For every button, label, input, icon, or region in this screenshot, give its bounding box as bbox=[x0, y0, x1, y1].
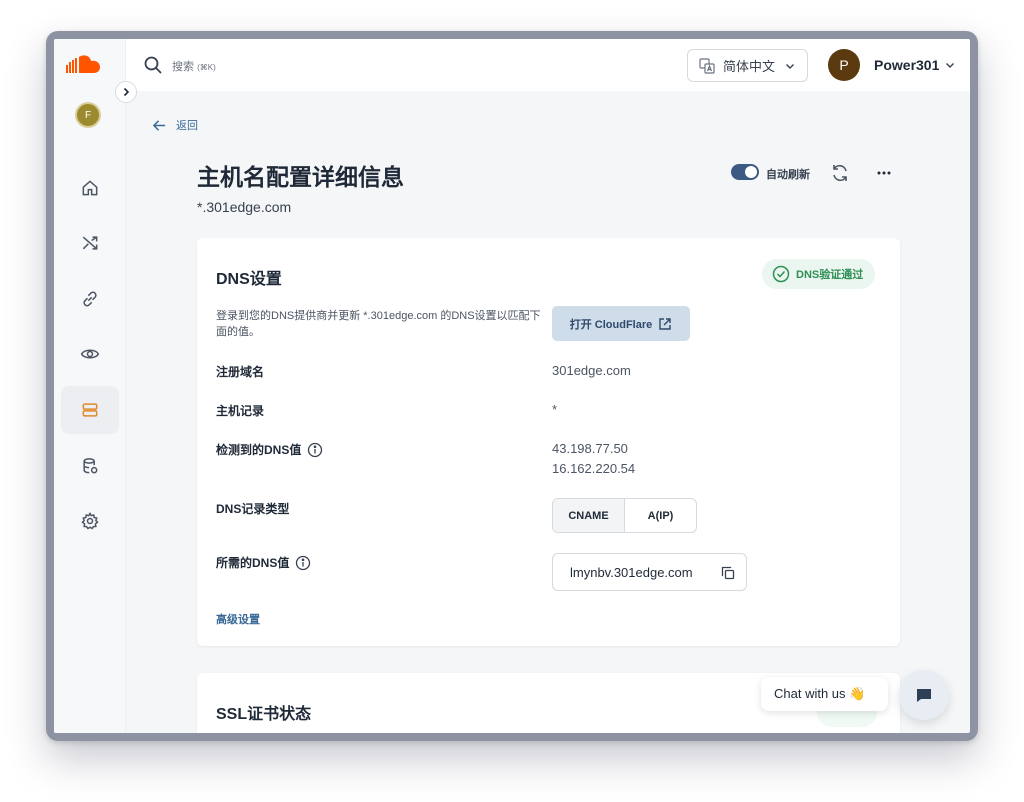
sidebar: F bbox=[54, 39, 126, 733]
required-dns-label: 所需的DNS值 bbox=[216, 554, 311, 571]
chat-prompt-bubble[interactable]: Chat with us 👋 bbox=[761, 677, 888, 711]
page-title: 主机名配置详细信息 bbox=[197, 164, 404, 190]
user-avatar[interactable]: P bbox=[828, 49, 860, 81]
registered-domain-value: 301edge.com bbox=[552, 363, 631, 378]
server-icon[interactable] bbox=[61, 386, 119, 434]
auto-refresh-toggle[interactable] bbox=[731, 164, 759, 180]
chevron-right-icon bbox=[123, 87, 130, 97]
detected-dns-value: 43.198.77.50 bbox=[552, 441, 628, 456]
required-dns-field[interactable]: lmynbv.301edge.com bbox=[552, 553, 747, 591]
arrow-left-icon bbox=[152, 119, 166, 131]
workspace-avatar[interactable]: F bbox=[75, 102, 101, 128]
info-icon[interactable] bbox=[307, 442, 323, 458]
soundcloud-logo-icon bbox=[66, 55, 100, 73]
info-icon[interactable] bbox=[295, 555, 311, 571]
link-icon[interactable] bbox=[61, 275, 119, 323]
advanced-settings-link[interactable]: 高级设置 bbox=[216, 611, 260, 627]
chat-icon bbox=[917, 689, 931, 702]
external-link-icon bbox=[659, 317, 671, 330]
home-icon[interactable] bbox=[61, 164, 119, 212]
status-badge-label: DNS验证通过 bbox=[796, 269, 864, 281]
required-dns-value: lmynbv.301edge.com bbox=[570, 564, 693, 580]
ssl-card-title: SSL证书状态 bbox=[216, 706, 312, 723]
open-cloudflare-label: 打开 CloudFlare bbox=[569, 318, 653, 331]
app-window: F 搜索 (⌘K) 简体中文 P Power301 返回 主机名配置详细信息 *… bbox=[54, 39, 970, 733]
chat-launcher-button[interactable] bbox=[899, 670, 949, 720]
detected-dns-label-text: 检测到的DNS值 bbox=[216, 443, 302, 457]
detected-dns-label: 检测到的DNS值 bbox=[216, 441, 323, 458]
eye-icon[interactable] bbox=[61, 330, 119, 378]
chevron-down-icon bbox=[786, 63, 795, 69]
host-record-label: 主机记录 bbox=[216, 404, 265, 418]
record-type-segmented-control: CNAME A(IP) bbox=[552, 498, 697, 533]
open-cloudflare-button[interactable]: 打开 CloudFlare bbox=[552, 306, 690, 341]
page-subtitle: *.301edge.com bbox=[197, 199, 292, 215]
translate-icon bbox=[699, 57, 715, 74]
gear-icon[interactable] bbox=[61, 497, 119, 545]
record-type-option-a[interactable]: A(IP) bbox=[625, 499, 696, 532]
more-options-icon[interactable] bbox=[874, 163, 894, 183]
search-input[interactable]: 搜索 (⌘K) bbox=[172, 58, 216, 74]
required-dns-label-text: 所需的DNS值 bbox=[216, 556, 290, 570]
record-type-option-cname[interactable]: CNAME bbox=[553, 499, 625, 532]
user-name[interactable]: Power301 bbox=[874, 57, 939, 73]
refresh-icon[interactable] bbox=[830, 163, 850, 183]
topbar: 搜索 (⌘K) 简体中文 P Power301 bbox=[126, 39, 970, 91]
detected-dns-values: 43.198.77.50 16.162.220.54 bbox=[552, 439, 635, 479]
dns-description: 登录到您的DNS提供商并更新 *.301edge.com 的DNS设置以匹配下面… bbox=[216, 310, 541, 338]
auto-refresh-label: 自动刷新 bbox=[766, 169, 810, 181]
status-badge: DNS验证通过 bbox=[762, 259, 876, 289]
registered-domain-label: 注册域名 bbox=[216, 365, 265, 379]
dns-settings-card: DNS设置 DNS验证通过 登录到您的DNS提供商并更新 *.301edge.c… bbox=[197, 238, 900, 646]
record-type-label: DNS记录类型 bbox=[216, 502, 290, 516]
search-placeholder: 搜索 bbox=[172, 61, 194, 73]
shuffle-icon[interactable] bbox=[61, 219, 119, 267]
search-icon[interactable] bbox=[143, 55, 163, 75]
language-select[interactable]: 简体中文 bbox=[687, 49, 808, 82]
copy-icon[interactable] bbox=[721, 566, 735, 580]
database-icon[interactable] bbox=[61, 442, 119, 490]
search-shortcut: (⌘K) bbox=[197, 63, 216, 72]
dns-card-title: DNS设置 bbox=[216, 271, 282, 288]
language-label: 简体中文 bbox=[723, 59, 776, 74]
host-record-value: * bbox=[552, 402, 558, 417]
back-label: 返回 bbox=[176, 120, 198, 132]
check-circle-icon bbox=[772, 265, 790, 283]
back-link[interactable]: 返回 bbox=[152, 117, 198, 133]
chevron-down-icon[interactable] bbox=[945, 60, 955, 70]
detected-dns-value: 16.162.220.54 bbox=[552, 461, 636, 476]
sidebar-collapse-button[interactable] bbox=[115, 81, 137, 103]
